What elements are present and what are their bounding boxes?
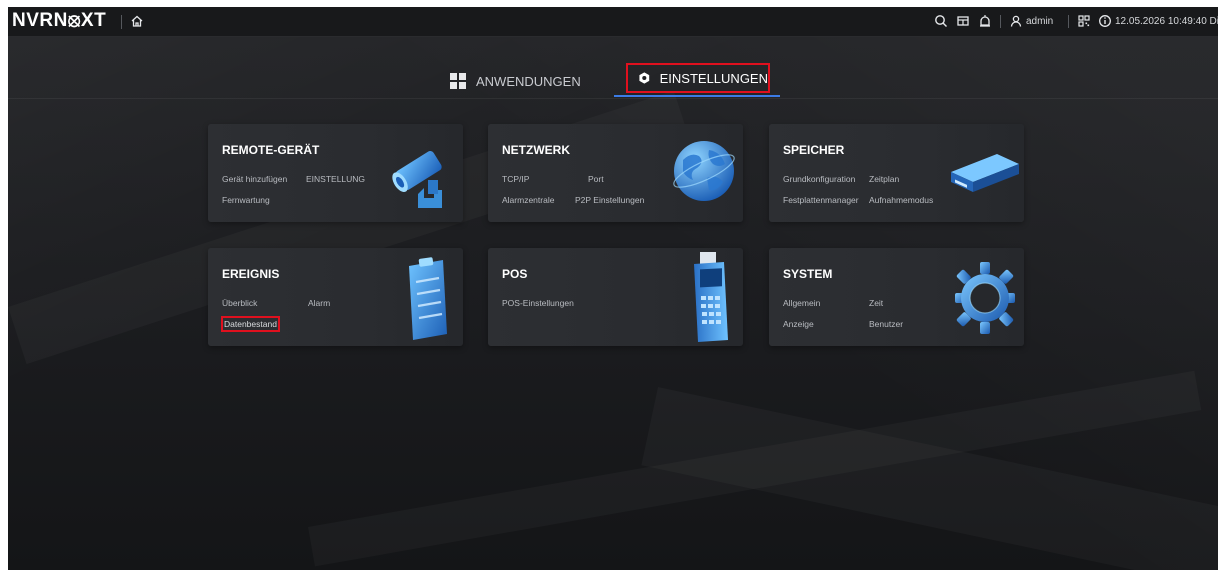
tab-anwendungen[interactable]: ANWENDUNGEN	[449, 69, 581, 93]
link-fernwartung[interactable]: Fernwartung	[222, 195, 270, 205]
link-datenbestand[interactable]: Datenbestand	[221, 316, 280, 332]
tabs-divider	[8, 98, 1218, 99]
clipboard-icon	[409, 257, 447, 340]
link-zeitplan[interactable]: Zeitplan	[869, 174, 899, 184]
username-label[interactable]: admin	[1026, 16, 1053, 27]
qr-icon[interactable]	[1077, 14, 1091, 28]
user-icon[interactable]	[1009, 14, 1023, 28]
card-title: EREIGNIS	[222, 267, 280, 281]
tab-einstellungen-label: EINSTELLUNGEN	[659, 70, 768, 86]
system-gear-icon	[955, 262, 1015, 334]
link-ueberblick[interactable]: Überblick	[222, 298, 257, 308]
link-tcp-ip[interactable]: TCP/IP	[502, 174, 529, 184]
link-p2p-einstellungen[interactable]: P2P Einstellungen	[575, 195, 644, 205]
card-speicher: SPEICHER Grundkonfiguration Zeitplan Fes…	[769, 124, 1024, 222]
layout-icon[interactable]	[956, 14, 970, 28]
home-icon[interactable]	[130, 14, 144, 28]
link-alarmzentrale[interactable]: Alarmzentrale	[502, 195, 554, 205]
pos-terminal-icon	[694, 252, 728, 342]
link-alarm[interactable]: Alarm	[308, 298, 330, 308]
card-title: REMOTE-GERÄT	[222, 143, 320, 157]
link-pos-einstellungen[interactable]: POS-Einstellungen	[502, 298, 574, 308]
alarm-icon[interactable]	[978, 14, 992, 28]
link-festplattenmanager[interactable]: Festplattenmanager	[783, 195, 859, 205]
gear-icon	[639, 72, 650, 84]
link-grundkonfiguration[interactable]: Grundkonfiguration	[783, 174, 855, 184]
link-zeit[interactable]: Zeit	[869, 298, 883, 308]
card-remote-geraet: REMOTE-GERÄT Gerät hinzufügen EINSTELLUN…	[208, 124, 463, 222]
link-anzeige[interactable]: Anzeige	[783, 319, 814, 329]
datetime-display: 12.05.2026 10:49:40 Di	[1115, 16, 1218, 27]
card-netzwerk: NETZWERK TCP/IP Port Alarmzentrale P2P E…	[488, 124, 743, 222]
link-einstellung[interactable]: EINSTELLUNG	[306, 174, 365, 184]
nvr-screen: NVRN⦻XT admin 12.05.2026 10:49:40 Di ANW…	[8, 7, 1218, 570]
divider	[1000, 15, 1001, 28]
link-allgemein[interactable]: Allgemein	[783, 298, 820, 308]
card-title: NETZWERK	[502, 143, 570, 157]
camera-icon	[392, 151, 442, 208]
tab-einstellungen[interactable]: EINSTELLUNGEN	[626, 63, 770, 93]
brand-logo: NVRN⦻XT	[12, 10, 107, 31]
globe-icon	[673, 141, 735, 201]
search-icon[interactable]	[934, 14, 948, 28]
top-bar: NVRN⦻XT admin 12.05.2026 10:49:40 Di	[8, 7, 1218, 37]
hard-drive-icon	[951, 154, 1019, 192]
card-pos: POS POS-Einstellungen	[488, 248, 743, 346]
divider	[121, 15, 122, 29]
divider	[1068, 15, 1069, 28]
card-ereignis: EREIGNIS Überblick Alarm Datenbestand	[208, 248, 463, 346]
card-title: SPEICHER	[783, 143, 845, 157]
active-tab-indicator	[614, 95, 780, 97]
link-benutzer[interactable]: Benutzer	[869, 319, 903, 329]
link-geraet-hinzufuegen[interactable]: Gerät hinzufügen	[222, 174, 287, 184]
card-title: POS	[502, 267, 528, 281]
tab-anwendungen-label: ANWENDUNGEN	[476, 73, 581, 89]
info-icon[interactable]	[1098, 14, 1112, 28]
card-system: SYSTEM Allgemein Zeit Anzeige Benutzer	[769, 248, 1024, 346]
link-aufnahmemodus[interactable]: Aufnahmemodus	[869, 195, 933, 205]
card-title: SYSTEM	[783, 267, 833, 281]
apps-grid-icon	[450, 73, 466, 89]
link-port[interactable]: Port	[588, 174, 604, 184]
